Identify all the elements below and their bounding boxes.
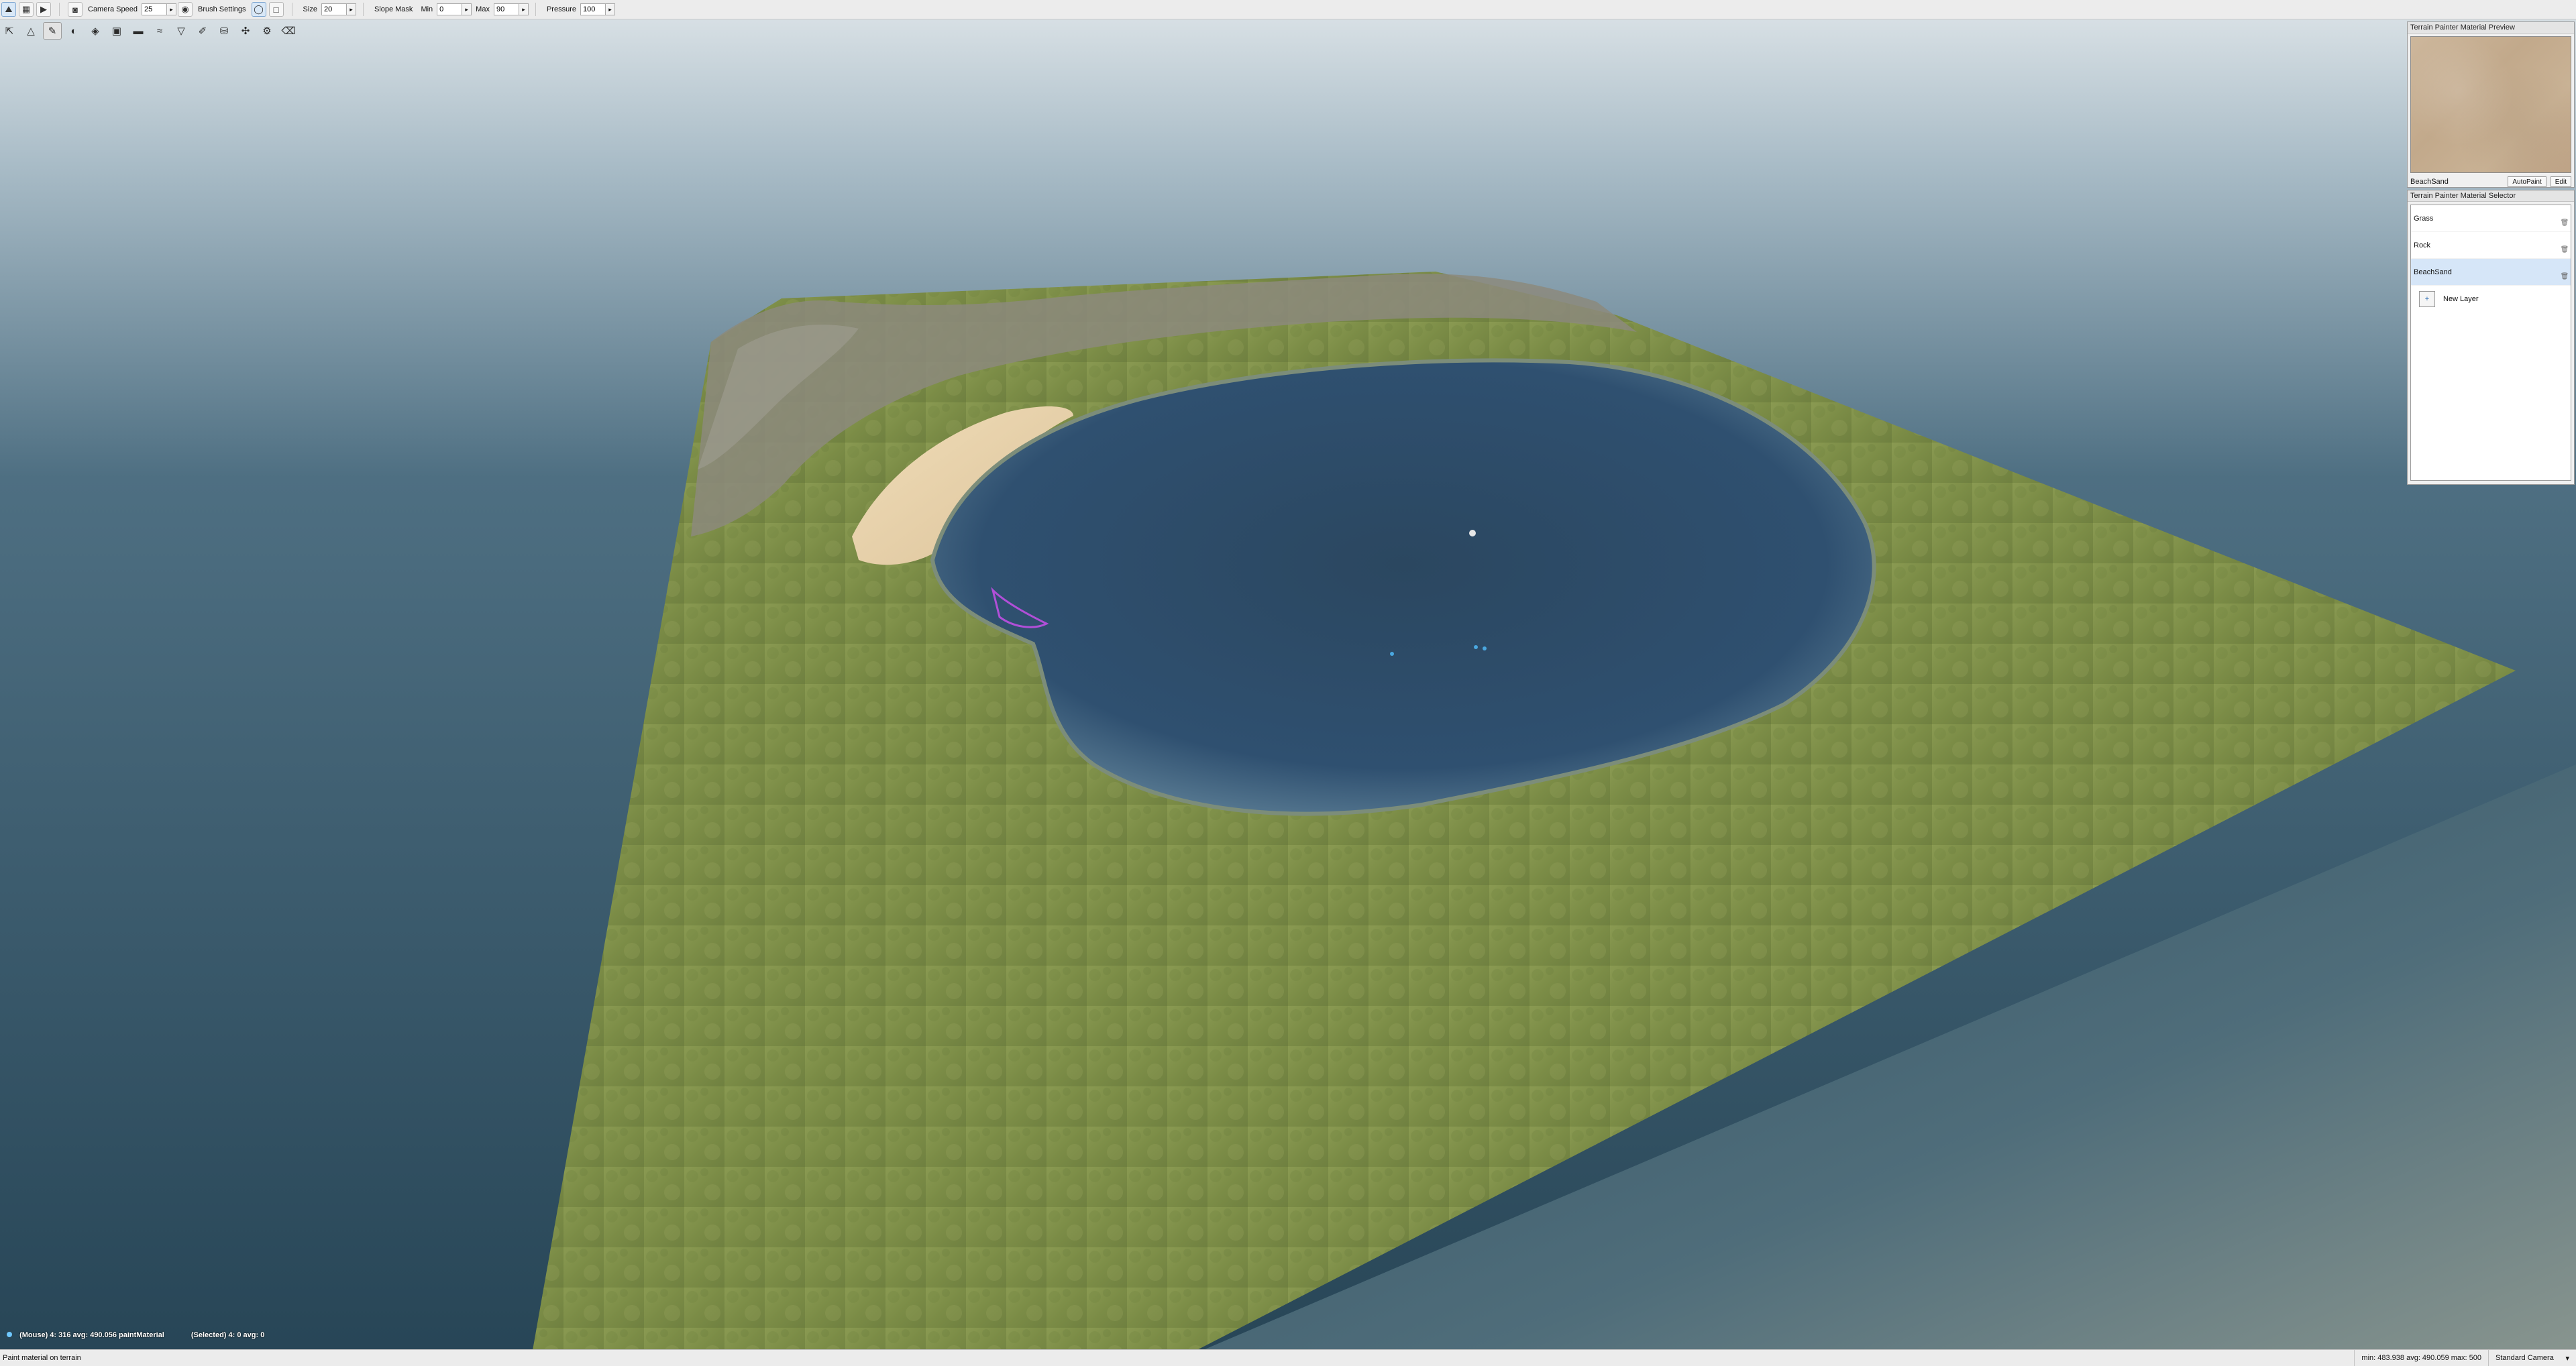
trash-icon[interactable]: 🗑	[2561, 272, 2569, 280]
hud-mouse-info: (Mouse) 4: 316 avg: 490.056 paintMateria…	[7, 1331, 164, 1339]
pressure-label: Pressure	[546, 5, 576, 13]
new-layer-button[interactable]: + New Layer	[2411, 286, 2571, 312]
brush-settings-group: Brush Settings ◯ □	[194, 2, 285, 17]
terrain-scene	[0, 0, 2576, 1365]
boat-marker	[1469, 530, 1476, 536]
camera-select[interactable]: Standard Camera ▾	[2488, 1350, 2576, 1366]
slope-max-spinner[interactable]: ▸	[519, 3, 529, 15]
hud-dot-icon	[7, 1332, 12, 1337]
material-item-grass[interactable]: Grass 🗑	[2411, 205, 2571, 232]
min-label: Min	[421, 5, 433, 13]
save-icon[interactable]: ▣	[107, 22, 126, 40]
camera-speed-spinner[interactable]: ▸	[167, 3, 176, 15]
material-item-label: BeachSand	[2414, 268, 2452, 276]
grid-icon[interactable]: ▦	[19, 2, 34, 17]
material-list: Grass 🗑 Rock 🗑 BeachSand 🗑 + New Layer	[2410, 205, 2571, 481]
material-item-rock[interactable]: Rock 🗑	[2411, 232, 2571, 259]
size-input[interactable]	[321, 3, 347, 15]
play-icon[interactable]: ▶	[36, 2, 51, 17]
viewport-hud: (Mouse) 4: 316 avg: 490.056 paintMateria…	[7, 1331, 264, 1339]
slope-max-input[interactable]	[493, 3, 519, 15]
layers-icon[interactable]: ◈	[86, 22, 105, 40]
main-toolbar: ⛰ ▦ ▶ ◙ Camera Speed ▸ ◉ Brush Settings …	[0, 0, 2576, 19]
trash-icon[interactable]: 🗑	[2561, 219, 2569, 227]
marker-1	[1390, 652, 1394, 656]
material-selector-panel: Terrain Painter Material Selector Grass …	[2407, 190, 2575, 485]
raise-height-icon[interactable]: △	[21, 22, 40, 40]
size-group: Size ▸	[299, 3, 356, 15]
square-brush-icon[interactable]: □	[268, 2, 284, 17]
edit-button[interactable]: Edit	[2550, 176, 2571, 187]
adjust-icon[interactable]: ⚙	[258, 22, 276, 40]
camera-select-label: Standard Camera	[2496, 1354, 2554, 1362]
chevron-down-icon: ▾	[2565, 1354, 2569, 1363]
brush-icon[interactable]: ✐	[193, 22, 212, 40]
tool-palette: ⇱ △ ✎ ◐ ◈ ▣ ▬ ≈ ▽ ✐ ⛁ ✣ ⚙ ⌫	[0, 21, 315, 40]
max-label: Max	[476, 5, 490, 13]
paint-material-icon[interactable]: ✎	[43, 22, 62, 40]
selector-panel-title: Terrain Painter Material Selector	[2408, 190, 2574, 202]
status-right: min: 483.938 avg: 490.059 max: 500 Stand…	[2354, 1350, 2576, 1366]
preview-panel-title: Terrain Painter Material Preview	[2408, 22, 2574, 34]
sphere-icon[interactable]: ◐	[64, 22, 83, 40]
material-item-beachsand[interactable]: BeachSand 🗑	[2411, 259, 2571, 286]
select-arrow-icon[interactable]: ⇱	[0, 22, 19, 40]
material-item-label: Rock	[2414, 241, 2431, 249]
lower-height-icon[interactable]: ▽	[172, 22, 191, 40]
separator	[535, 3, 536, 16]
smooth-icon[interactable]: ≈	[150, 22, 169, 40]
flatten-icon[interactable]: ▬	[129, 22, 148, 40]
camera-speed-group: ◙ Camera Speed ▸ ◉	[66, 2, 194, 17]
camera-icon[interactable]: ◙	[68, 2, 83, 17]
separator	[362, 3, 364, 16]
status-bar: Paint material on terrain min: 483.938 a…	[0, 1349, 2576, 1366]
trash-icon[interactable]: 🗑	[2561, 245, 2569, 253]
material-preview-image	[2410, 36, 2571, 173]
pressure-spinner[interactable]: ▸	[605, 3, 615, 15]
slope-mask-label: Slope Mask	[374, 5, 413, 13]
hud-mouse-text: (Mouse) 4: 316 avg: 490.056 paintMateria…	[19, 1331, 164, 1339]
separator	[59, 3, 60, 16]
eye-icon[interactable]: ◉	[178, 2, 193, 17]
hud-selected-text: (Selected) 4: 0 avg: 0	[191, 1331, 265, 1339]
slope-min-input[interactable]	[437, 3, 463, 15]
height-stats: min: 483.938 avg: 490.059 max: 500	[2354, 1350, 2488, 1366]
marker-3	[1483, 646, 1487, 650]
terrain-mode-icon[interactable]: ⛰	[1, 2, 16, 17]
size-label: Size	[303, 5, 317, 13]
clear-icon[interactable]: ⌫	[279, 22, 298, 40]
material-preview-panel: Terrain Painter Material Preview BeachSa…	[2407, 21, 2575, 188]
terrain-viewport[interactable]	[0, 0, 2576, 1365]
status-message: Paint material on terrain	[3, 1354, 81, 1362]
marker-2	[1474, 645, 1478, 649]
autopaint-button[interactable]: AutoPaint	[2508, 176, 2546, 187]
bucket-icon[interactable]: ⛁	[215, 22, 233, 40]
slope-min-spinner[interactable]: ▸	[462, 3, 472, 15]
material-item-label: Grass	[2414, 214, 2434, 223]
size-spinner[interactable]: ▸	[346, 3, 356, 15]
new-layer-icon: +	[2419, 291, 2435, 307]
slope-mask-group: Slope Mask Min ▸ Max ▸	[370, 3, 529, 15]
pressure-group: Pressure ▸	[543, 3, 615, 15]
noise-icon[interactable]: ✣	[236, 22, 255, 40]
camera-speed-label: Camera Speed	[88, 5, 138, 13]
pressure-input[interactable]	[580, 3, 606, 15]
preview-material-name: BeachSand	[2410, 178, 2449, 186]
new-layer-label: New Layer	[2443, 295, 2479, 303]
preview-controls: BeachSand AutoPaint Edit	[2408, 176, 2574, 188]
camera-speed-input[interactable]	[142, 3, 167, 15]
circle-brush-icon[interactable]: ◯	[251, 2, 266, 17]
brush-settings-label: Brush Settings	[198, 5, 246, 13]
